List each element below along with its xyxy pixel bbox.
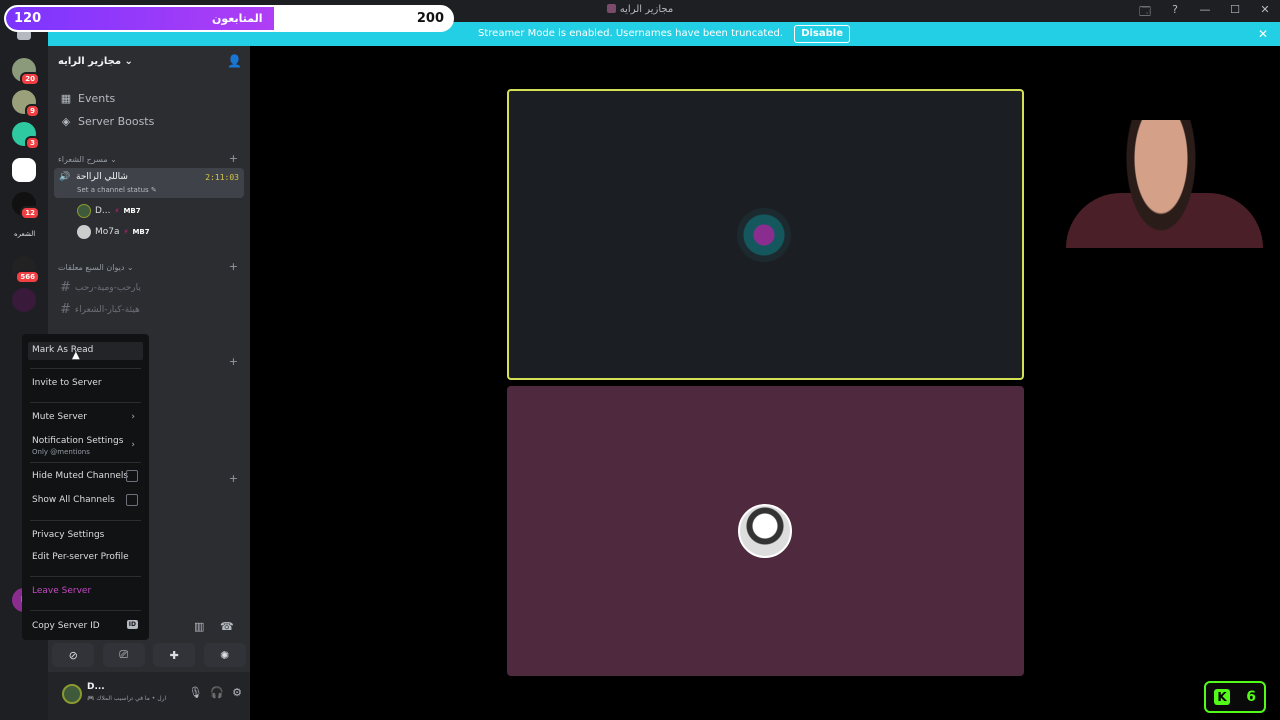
hash-icon: # <box>60 302 71 317</box>
calendar-icon: ▦ <box>60 92 72 105</box>
add-member-icon[interactable]: 👤 <box>227 54 242 68</box>
checkbox[interactable] <box>126 470 138 482</box>
kick-viewer-count: 6 <box>1246 689 1256 705</box>
webcam-overlay <box>1066 120 1263 248</box>
notification-settings-item[interactable]: Notification Settings Only @mentions › <box>28 436 143 456</box>
lightning-icon: ⚡ <box>123 228 129 236</box>
banner-text: Streamer Mode is enabled. Usernames have… <box>478 28 783 39</box>
server-icon[interactable] <box>12 288 36 312</box>
participant-avatar <box>737 208 791 262</box>
category-header[interactable]: ديوان السبع معلقات ⌄ <box>58 263 134 272</box>
channel-status[interactable]: Set a channel status ✎ <box>77 186 157 194</box>
copy-server-id-item[interactable]: Copy Server ID ID <box>28 620 143 631</box>
text-channel[interactable]: # هيئة-كبار-الشعراء <box>60 302 140 317</box>
voice-user[interactable]: D... ⚡ MB7 <box>77 204 141 218</box>
add-channel-icon[interactable]: + <box>229 472 238 485</box>
voice-channel[interactable]: 🔊 شاللي الرااحة Set a channel status ✎ 2… <box>54 168 244 198</box>
kick-viewer-badge: K 6 <box>1204 681 1266 713</box>
server-name-header[interactable]: مجازير الرايه ⌄ <box>58 56 133 67</box>
show-all-channels-item[interactable]: Show All Channels <box>28 494 143 506</box>
server-icon[interactable]: 12 <box>12 192 40 220</box>
server-icon[interactable]: 20 <box>12 58 40 86</box>
user-status: 🎮 ارل • ما في تراسيب الملاك <box>87 695 167 702</box>
nav-events[interactable]: ▦ Events <box>60 92 115 105</box>
participant-avatar <box>738 504 792 558</box>
hide-muted-channels-item[interactable]: Hide Muted Channels <box>28 470 143 482</box>
voice-user[interactable]: Mo7a ⚡ MB7 <box>77 225 150 239</box>
close-window-button[interactable]: ✕ <box>1258 3 1272 22</box>
hash-icon: # <box>60 280 71 295</box>
nav-server-boosts[interactable]: ◈ Server Boosts <box>60 115 155 128</box>
chevron-right-icon: › <box>131 412 135 422</box>
add-channel-icon[interactable]: + <box>229 260 238 273</box>
boost-icon: ◈ <box>61 115 71 128</box>
follower-goal-bar: 120 المتابعون 200 <box>4 5 454 32</box>
gear-icon[interactable]: ⚙ <box>232 686 242 699</box>
leave-server-item[interactable]: Leave Server <box>28 586 143 596</box>
headphones-icon[interactable]: 🎧 <box>210 686 224 699</box>
microphone-icon[interactable]: 🎙 <box>188 686 202 699</box>
lightning-icon: ⚡ <box>114 207 120 215</box>
user-panel: D... 🎮 ارل • ما في تراسيب الملاك 🎙 🎧 ⚙ <box>48 672 250 720</box>
follower-target: 200 <box>416 11 444 26</box>
chevron-right-icon: › <box>131 440 135 450</box>
id-icon: ID <box>126 620 138 629</box>
camera-off-button[interactable]: ⊘ <box>52 643 95 667</box>
server-text-item[interactable]: الشعره <box>14 230 35 238</box>
soundboard-icon[interactable]: ▥ <box>194 620 204 633</box>
server-context-menu: Mark As Read Invite to Server Mute Serve… <box>22 334 149 640</box>
inbox-icon[interactable]: 🗔 <box>1138 3 1152 22</box>
checkbox[interactable] <box>126 494 138 506</box>
server-icon[interactable]: 566 <box>12 256 40 284</box>
rocket-icon: ✺ <box>220 648 230 662</box>
screen-share-button[interactable]: ⎚ <box>102 643 145 667</box>
activities-button[interactable]: ✚ <box>153 643 196 667</box>
text-channel[interactable]: # يارحب-ومية-رحب <box>60 280 141 295</box>
voice-timer: 2:11:03 <box>205 173 239 182</box>
streamer-head <box>1118 120 1204 248</box>
help-icon[interactable]: ? <box>1168 3 1182 22</box>
mouse-cursor-icon: ▲ <box>72 350 80 361</box>
server-icon[interactable]: 9 <box>12 90 40 118</box>
server-icon[interactable] <box>12 158 36 182</box>
soundboard-button[interactable]: ✺ <box>203 643 246 667</box>
disable-button[interactable]: Disable <box>794 25 850 43</box>
user-name: D... <box>87 682 105 692</box>
mute-server-item[interactable]: Mute Server › <box>28 412 143 422</box>
kick-logo-icon: K <box>1214 689 1231 705</box>
speaker-icon: 🔊 <box>59 172 71 182</box>
add-channel-icon[interactable]: + <box>229 152 238 165</box>
follower-goal-label: المتابعون <box>212 12 263 25</box>
maximize-button[interactable]: ☐ <box>1228 3 1242 22</box>
category-header[interactable]: مسرح الشعراء ⌄ <box>58 155 117 164</box>
mark-as-read-item[interactable]: Mark As Read <box>28 342 143 360</box>
app-icon <box>606 4 616 13</box>
privacy-settings-item[interactable]: Privacy Settings <box>28 530 143 540</box>
invite-to-server-item[interactable]: Invite to Server <box>28 378 143 388</box>
avatar <box>77 225 91 239</box>
avatar[interactable] <box>62 684 82 704</box>
disconnect-icon[interactable]: ☎ <box>220 620 234 633</box>
edit-per-server-profile-item[interactable]: Edit Per-server Profile <box>28 552 143 562</box>
activities-icon: ✚ <box>169 648 179 662</box>
screen-share-icon: ⎚ <box>119 648 129 661</box>
minimize-button[interactable]: — <box>1198 3 1212 22</box>
follower-count: 120 <box>14 11 42 26</box>
close-icon[interactable]: ✕ <box>1258 22 1268 46</box>
avatar <box>77 204 91 218</box>
server-icon[interactable]: 3 <box>12 122 40 150</box>
add-channel-icon[interactable]: + <box>229 355 238 368</box>
camera-off-icon: ⊘ <box>68 648 78 662</box>
